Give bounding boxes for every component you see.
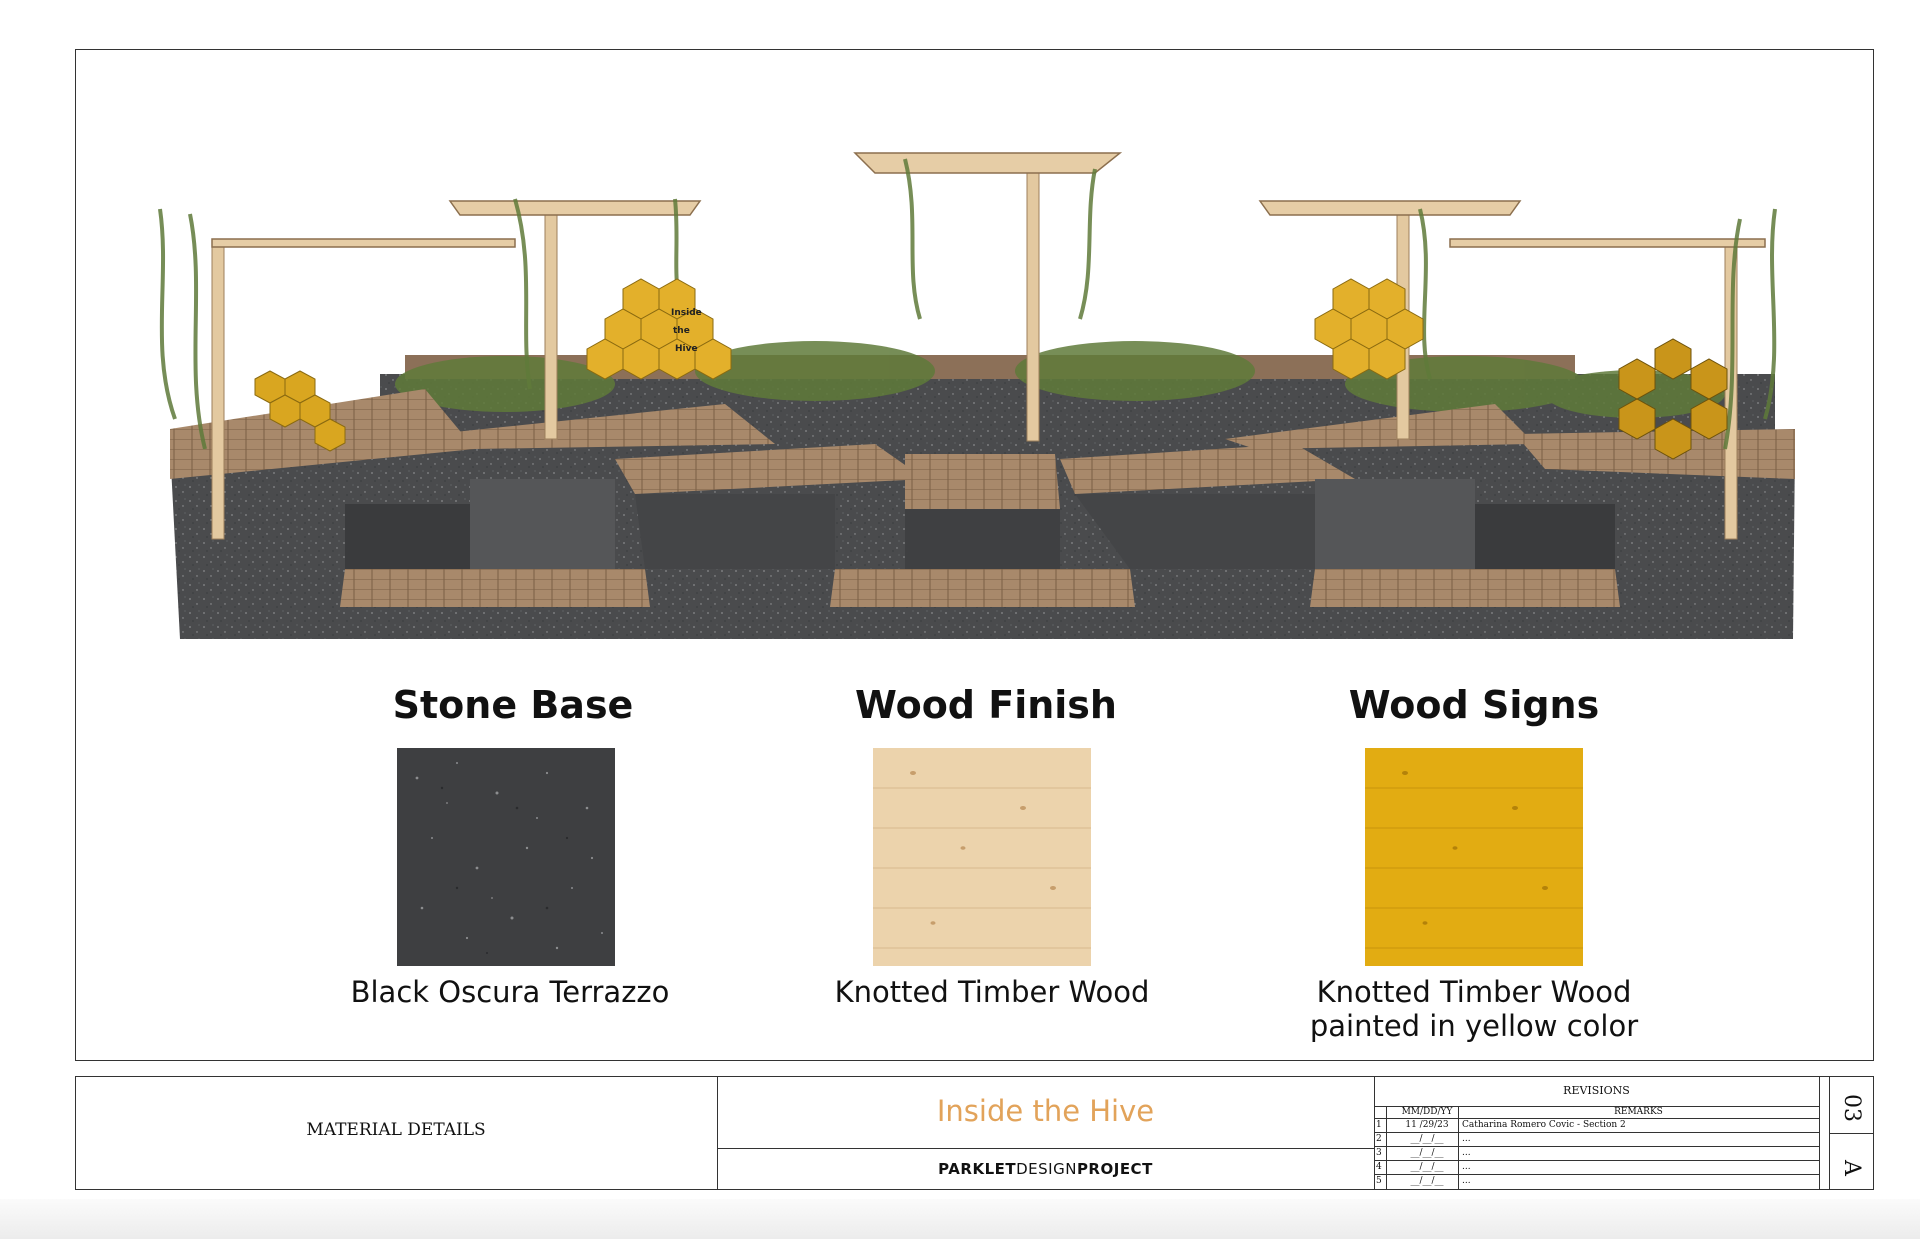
tb-hline-project [717,1148,1374,1149]
brand-wordmark: PARKLETDESIGNPROJECT [717,1160,1374,1178]
brand-part-project: PROJECT [1076,1160,1153,1178]
sheet-label: MATERIAL DETAILS [306,1120,486,1140]
sign-text-line1: Inside [671,308,702,318]
project-title: Inside the Hive [936,1094,1155,1128]
rev-row5-remark: ... [1462,1176,1471,1186]
swatch-black-terrazzo [397,748,615,966]
rev-row3-date: __/__/__ [1410,1148,1444,1158]
material-title-stone-base: Stone Base [392,683,634,727]
rev-row4-remark: ... [1462,1162,1471,1172]
material-title-wood-finish: Wood Finish [855,683,1117,727]
tb-hline-sheet [1829,1133,1874,1134]
honeycomb-sign-inside-the-hive [586,278,732,380]
caption-wood-signs: Knotted Timber Wood painted in yellow co… [1224,975,1724,1043]
rev-row1-num: 1 [1376,1120,1382,1130]
rev-col-date: MM/DD/YY [1401,1107,1453,1117]
caption-wood-signs-line2: painted in yellow color [1309,1009,1639,1043]
brand-part-parklet: PARKLET [938,1160,1017,1178]
sign-text-line3: Hive [675,344,698,354]
material-title-wood-signs: Wood Signs [1348,683,1600,727]
parklet-render: Inside the Hive [158,152,1795,639]
rev-line-4 [1374,1160,1819,1161]
sign-text-line2: the [673,326,690,336]
rev-row1-remark: Catharina Romero Covic - Section 2 [1462,1120,1626,1130]
pergola-canopies [211,152,1766,248]
rev-row2-num: 2 [1376,1134,1382,1144]
caption-stone-base: Black Oscura Terrazzo [350,975,670,1009]
rev-line-2 [1374,1132,1819,1133]
rev-row5-num: 5 [1376,1176,1382,1186]
sheet-number: 03 [1839,1094,1865,1122]
rev-row3-num: 3 [1376,1148,1382,1158]
rev-vline-num [1386,1106,1387,1190]
rev-row4-date: __/__/__ [1410,1162,1444,1172]
brand-part-design: DESIGN [1016,1160,1077,1178]
swatch-yellow-timber [1365,748,1583,966]
tb-divider-3 [1819,1076,1820,1190]
rev-row5-date: __/__/__ [1410,1176,1444,1186]
rev-line-3 [1374,1146,1819,1147]
rev-row2-remark: ... [1462,1134,1471,1144]
rev-row2-date: __/__/__ [1410,1134,1444,1144]
caption-wood-finish: Knotted Timber Wood [834,975,1150,1009]
caption-wood-signs-line1: Knotted Timber Wood [1316,975,1632,1009]
rev-row4-num: 4 [1376,1162,1382,1172]
rev-row1-date: 11 /29/23 [1405,1120,1449,1130]
swatch-knotted-timber [873,748,1091,966]
revisions-heading: REVISIONS [1563,1084,1630,1097]
rev-vline-date [1458,1106,1459,1190]
rev-line-1 [1374,1118,1819,1119]
page-bottom-edge [0,1199,1920,1239]
rev-col-remarks: REMARKS [1614,1107,1663,1117]
rev-row3-remark: ... [1462,1148,1471,1158]
rev-line-5 [1374,1174,1819,1175]
sheet-letter: A [1839,1160,1865,1176]
